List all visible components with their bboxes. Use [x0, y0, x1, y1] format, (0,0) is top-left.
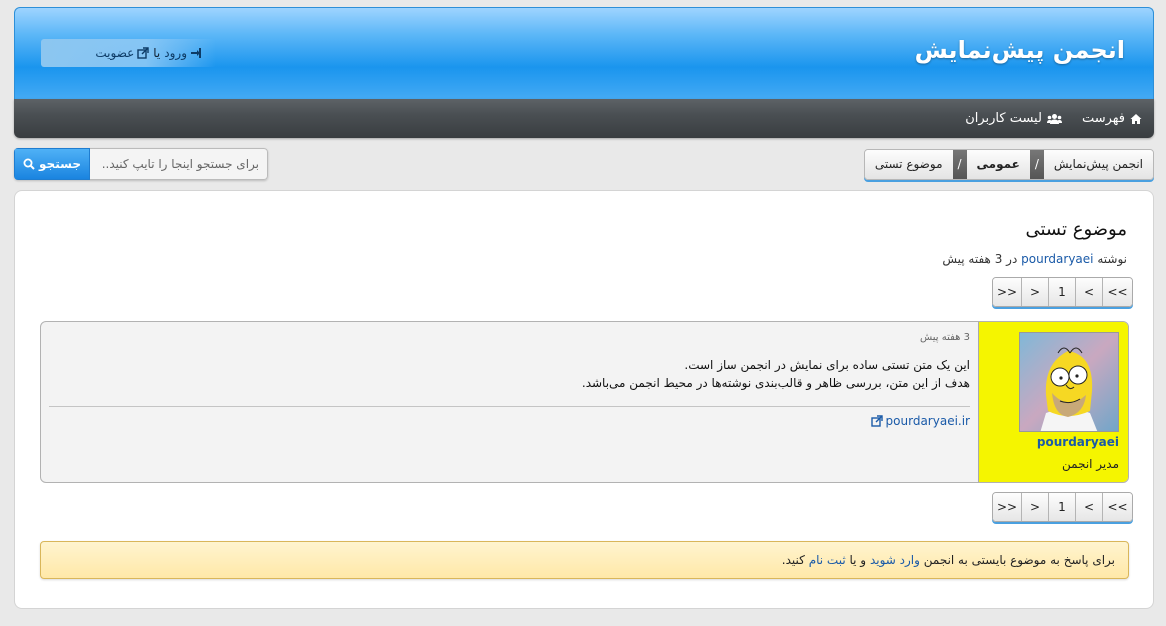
notice-login-link[interactable]: وارد شوید: [870, 553, 920, 567]
notice-mid: و یا: [849, 553, 867, 567]
breadcrumb-separator: /: [952, 150, 967, 179]
byline-mid: در: [1006, 252, 1018, 266]
post-author-role: مدیر انجمن: [1062, 457, 1119, 471]
pagination-next[interactable]: <: [1076, 278, 1103, 306]
breadcrumb-item-forum[interactable]: انجمن پیش‌نمایش: [1043, 150, 1153, 179]
pagination-prev[interactable]: >: [1022, 493, 1049, 521]
pagination-first[interactable]: >>: [993, 493, 1022, 521]
pagination-bottom: >> > 1 < <<: [992, 492, 1133, 522]
external-link-icon: [137, 47, 149, 59]
nav-item-label: فهرست: [1081, 111, 1125, 126]
pagination-top: >> > 1 < <<: [992, 277, 1133, 307]
notice-suffix: کنید.: [781, 553, 805, 567]
site-title[interactable]: انجمن پیش‌نمایش: [915, 36, 1125, 64]
post-content: این یک متن تستی ساده برای نمایش در انجمن…: [49, 356, 970, 392]
byline-author-link[interactable]: pourdaryaei: [1021, 252, 1093, 266]
auth-box: ورود یا عضویت: [41, 39, 216, 67]
pagination-first[interactable]: >>: [993, 278, 1022, 306]
reply-notice: برای پاسخ به موضوع بایستی به انجمن وارد …: [40, 541, 1129, 579]
pagination-last[interactable]: <<: [1103, 493, 1132, 521]
nav-item-label: لیست کاربران: [965, 111, 1042, 126]
post-author-panel: pourdaryaei مدیر انجمن: [978, 322, 1128, 482]
post-body: 3 هفته پیش این یک متن تستی ساده برای نما…: [41, 322, 978, 482]
breadcrumb-item-general[interactable]: عمومی: [966, 150, 1030, 179]
login-link[interactable]: ورود: [164, 46, 202, 60]
nav-item-users[interactable]: لیست کاربران: [965, 111, 1062, 126]
register-link[interactable]: عضویت: [95, 46, 149, 60]
users-icon: [1046, 113, 1062, 124]
signature-link[interactable]: pourdaryaei.ir: [870, 414, 970, 428]
login-label: ورود: [164, 46, 187, 60]
search-input[interactable]: [90, 148, 268, 180]
avatar-image: [1020, 333, 1118, 431]
post-line: هدف از این متن، بررسی ظاهر و قالب‌بندی ن…: [581, 376, 970, 390]
pagination-next[interactable]: <: [1076, 493, 1103, 521]
auth-or-text: یا: [153, 46, 161, 60]
sign-in-icon: [191, 48, 201, 58]
site-header: انجمن پیش‌نمایش ورود یا عضویت: [14, 7, 1154, 99]
breadcrumb-separator: /: [1029, 150, 1044, 179]
post-time: 3 هفته پیش: [920, 332, 970, 343]
topic-byline: نوشته pourdaryaei در 3 هفته پیش: [942, 252, 1127, 266]
breadcrumb-item-topic[interactable]: موضوع تستی: [864, 150, 953, 179]
signature-divider: [49, 406, 970, 407]
search-button-label: جستجو: [39, 157, 81, 171]
breadcrumb: انجمن پیش‌نمایش / عمومی / موضوع تستی: [863, 149, 1154, 180]
signature-link-label: pourdaryaei.ir: [885, 414, 970, 428]
external-link-icon: [870, 415, 883, 427]
pagination-page[interactable]: 1: [1049, 493, 1076, 521]
pagination-prev[interactable]: >: [1022, 278, 1049, 306]
search-icon: [23, 158, 35, 170]
pagination-last[interactable]: <<: [1103, 278, 1132, 306]
topic-title: موضوع تستی: [1025, 219, 1128, 240]
post-line: این یک متن تستی ساده برای نمایش در انجمن…: [684, 358, 970, 372]
main-navbar: فهرست لیست کاربران: [14, 99, 1154, 138]
post-author-name[interactable]: pourdaryaei: [1037, 435, 1119, 449]
nav-item-index[interactable]: فهرست: [1082, 111, 1142, 126]
byline-prefix: نوشته: [1097, 252, 1127, 266]
post: pourdaryaei مدیر انجمن 3 هفته پیش این یک…: [40, 321, 1129, 483]
register-label: عضویت: [95, 46, 135, 60]
search-button[interactable]: جستجو: [14, 148, 90, 180]
byline-time: 3 هفته پیش: [942, 252, 1003, 266]
search-box: جستجو: [14, 148, 268, 180]
avatar[interactable]: [1019, 332, 1119, 432]
home-icon: [1130, 113, 1142, 124]
topic-panel: موضوع تستی نوشته pourdaryaei در 3 هفته پ…: [14, 190, 1154, 609]
pagination-page[interactable]: 1: [1049, 278, 1076, 306]
notice-prefix: برای پاسخ به موضوع بایستی به انجمن: [923, 553, 1115, 567]
notice-register-link[interactable]: ثبت نام: [809, 553, 846, 567]
